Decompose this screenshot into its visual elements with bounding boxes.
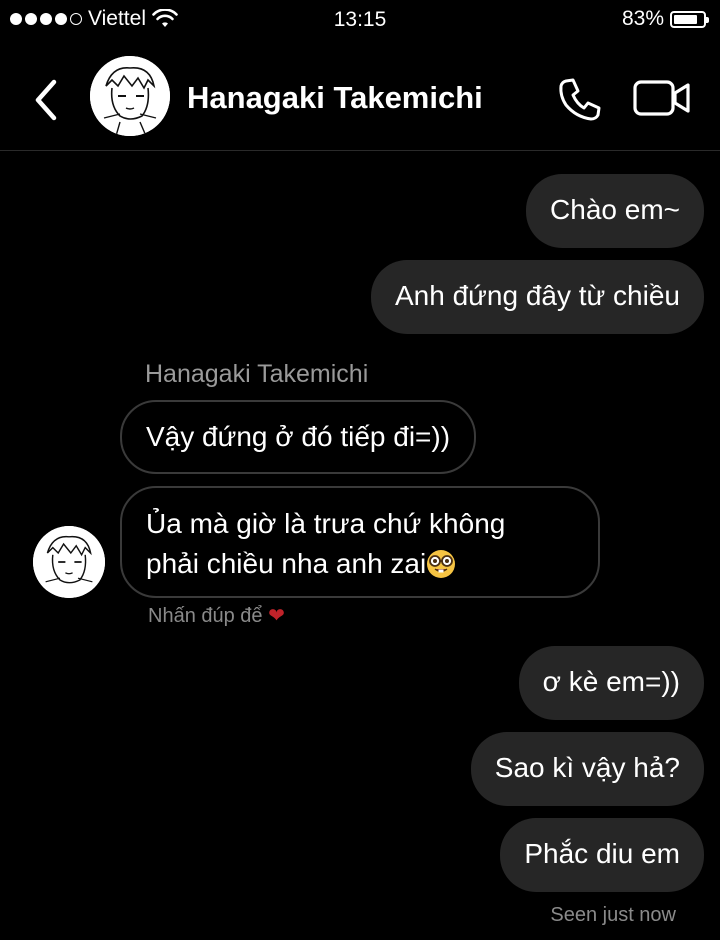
contact-name[interactable]: Hanagaki Takemichi [187,80,483,116]
video-camera-icon[interactable] [633,78,691,118]
message-bubble-outgoing[interactable]: Phắc diu em [500,818,704,892]
sender-name: Hanagaki Takemichi [145,360,369,388]
heart-icon: ❤ [268,605,285,627]
nerd-face-emoji [427,550,456,578]
chat-header: Hanagaki Takemichi [0,50,720,151]
message-text: Anh đứng đây từ chiều [394,280,680,311]
message-text: Phắc diu em [524,838,680,869]
message-text-line: phải chiều nha anh zai [146,544,574,584]
message-bubble-incoming[interactable]: Vậy đứng ở đó tiếp đi=)) [120,400,477,474]
phone-icon[interactable] [556,75,604,123]
status-time: 13:15 [333,8,387,31]
message-bubble-outgoing[interactable]: ơ kè em=)) [518,646,704,720]
battery-icon [670,10,709,28]
message-text: phải chiều nha anh zai [146,548,427,579]
message-bubble-outgoing[interactable]: Chào em~ [526,174,704,248]
message-bubble-incoming[interactable]: Ủa mà giờ là trưa chứ không phải chiều n… [120,486,600,598]
reaction-hint: Nhấn đúp để ❤ [148,603,285,628]
chevron-left-icon[interactable] [28,76,68,124]
message-text-line: Ủa mà giờ là trưa chứ không [146,508,506,539]
message-text: Sao kì vậy hả? [494,752,680,783]
seen-status: Seen just now [550,904,676,926]
status-right: 83% [621,7,709,31]
message-text: Chào em~ [550,194,680,225]
message-text: ơ kè em=)) [542,666,680,697]
reaction-hint-text: Nhấn đúp để [148,605,263,627]
message-bubble-outgoing[interactable]: Anh đứng đây từ chiều [370,260,704,334]
message-bubble-outgoing[interactable]: Sao kì vậy hả? [470,732,704,806]
contact-avatar[interactable] [90,56,170,136]
message-text: Vậy đứng ở đó tiếp đi=)) [146,421,451,452]
battery-percent: 83% [621,7,664,30]
sender-avatar[interactable] [33,526,105,598]
status-bar: Viettel 13:15 83% [0,0,720,40]
